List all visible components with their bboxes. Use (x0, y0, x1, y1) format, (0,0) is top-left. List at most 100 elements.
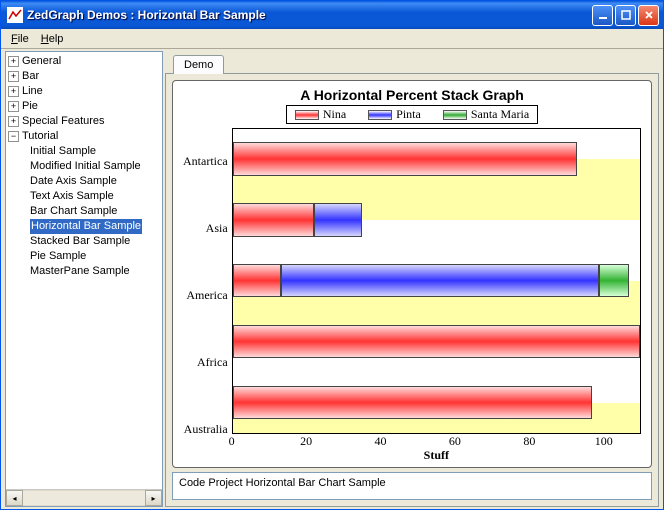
description-box: Code Project Horizontal Bar Chart Sample (172, 472, 652, 500)
x-tick-label: 0 (229, 434, 235, 449)
menu-help[interactable]: Help (35, 31, 70, 47)
tree-node[interactable]: Bar Chart Sample (30, 204, 160, 219)
legend-item: Santa Maria (443, 107, 529, 122)
scroll-right-icon[interactable]: ▸ (145, 490, 162, 506)
bar-segment (281, 264, 599, 297)
tree-node[interactable]: +Special Features (8, 114, 160, 129)
tree-node[interactable]: Horizontal Bar Sample (30, 219, 160, 234)
tree-node-label: Special Features (22, 114, 105, 129)
tree-node-label: Date Axis Sample (30, 174, 117, 189)
tree-node-label: Line (22, 84, 43, 99)
y-category-label: America (183, 262, 228, 329)
tree-node-label: General (22, 54, 61, 69)
scroll-left-icon[interactable]: ◂ (6, 490, 23, 506)
bar-segment (233, 325, 640, 358)
tree-node[interactable]: MasterPane Sample (30, 264, 160, 279)
plot-area[interactable] (232, 128, 641, 434)
tree-view[interactable]: +General+Bar+Line+Pie+Special Features−T… (6, 52, 162, 489)
scroll-track[interactable] (23, 490, 145, 506)
expand-icon[interactable]: + (8, 86, 19, 97)
tree-node-label: Bar (22, 69, 39, 84)
maximize-button[interactable] (615, 5, 636, 26)
x-tick-label: 20 (300, 434, 312, 449)
x-tick-label: 80 (523, 434, 535, 449)
bar-row (233, 203, 640, 236)
y-category-label: Antartica (183, 128, 228, 195)
bar-segment (599, 264, 629, 297)
bar-segment (314, 203, 362, 236)
bar-row (233, 386, 640, 419)
collapse-icon[interactable]: − (8, 131, 19, 142)
tab-content: A Horizontal Percent Stack Graph Nina Pin… (165, 73, 659, 507)
menubar: File Help (1, 29, 663, 49)
menu-file[interactable]: File (5, 31, 35, 47)
legend-swatch (295, 110, 319, 120)
tree-node-label: Initial Sample (30, 144, 96, 159)
tree-node-label: Text Axis Sample (30, 189, 114, 204)
legend-item: Nina (295, 107, 346, 122)
tree-node[interactable]: Pie Sample (30, 249, 160, 264)
tab-demo[interactable]: Demo (173, 55, 224, 74)
tree-node[interactable]: Initial Sample (30, 144, 160, 159)
chart-box: A Horizontal Percent Stack Graph Nina Pin… (172, 80, 652, 468)
tree-node-label: Horizontal Bar Sample (30, 219, 142, 234)
tree-node-label: Tutorial (22, 129, 58, 144)
y-category-label: Africa (183, 329, 228, 396)
tree-node-label: Stacked Bar Sample (30, 234, 130, 249)
expand-icon[interactable]: + (8, 56, 19, 67)
expand-icon[interactable]: + (8, 71, 19, 82)
tree-node-label: Modified Initial Sample (30, 159, 141, 174)
tree-node[interactable]: +Pie (8, 99, 160, 114)
tree-node-label: MasterPane Sample (30, 264, 130, 279)
legend-swatch (368, 110, 392, 120)
bar-row (233, 142, 640, 175)
bar-row (233, 325, 640, 358)
tree-node-label: Pie Sample (30, 249, 86, 264)
x-tick-label: 60 (449, 434, 461, 449)
client-area: +General+Bar+Line+Pie+Special Features−T… (1, 49, 663, 509)
tree-node[interactable]: Date Axis Sample (30, 174, 160, 189)
app-window: ZedGraph Demos : Horizontal Bar Sample F… (0, 0, 664, 510)
app-icon (7, 7, 23, 23)
plot-wrap: AntarticaAsiaAmericaAfricaAustralia 0 20 4… (183, 128, 641, 463)
legend-label: Pinta (396, 107, 421, 122)
x-tick-label: 40 (375, 434, 387, 449)
x-tick-label: 100 (595, 434, 613, 449)
close-button[interactable] (638, 5, 659, 26)
bar-row (233, 264, 640, 297)
tab-strip: Demo (165, 51, 659, 73)
tree-node[interactable]: +General (8, 54, 160, 69)
legend-swatch (443, 110, 467, 120)
x-axis-ticks: 0 20 40 60 80 100 (232, 434, 641, 448)
tree-node-label: Bar Chart Sample (30, 204, 117, 219)
bar-segment (233, 203, 314, 236)
y-category-label: Australia (183, 396, 228, 463)
legend-label: Santa Maria (471, 107, 529, 122)
tree-node-label: Pie (22, 99, 38, 114)
tree-node[interactable]: Text Axis Sample (30, 189, 160, 204)
tree-node[interactable]: Stacked Bar Sample (30, 234, 160, 249)
tree-panel: +General+Bar+Line+Pie+Special Features−T… (5, 51, 163, 507)
legend-label: Nina (323, 107, 346, 122)
tree-node[interactable]: +Bar (8, 69, 160, 84)
bar-segment (233, 264, 281, 297)
tree-node[interactable]: +Line (8, 84, 160, 99)
titlebar[interactable]: ZedGraph Demos : Horizontal Bar Sample (1, 1, 663, 29)
bar-segment (233, 386, 592, 419)
window-controls (592, 5, 659, 26)
expand-icon[interactable]: + (8, 101, 19, 112)
content-panel: Demo A Horizontal Percent Stack Graph Ni… (165, 51, 659, 507)
y-category-label: Asia (183, 195, 228, 262)
tree-node[interactable]: Modified Initial Sample (30, 159, 160, 174)
tree-scrollbar[interactable]: ◂ ▸ (6, 489, 162, 506)
x-axis-label: Stuff (232, 448, 641, 463)
minimize-button[interactable] (592, 5, 613, 26)
window-title: ZedGraph Demos : Horizontal Bar Sample (27, 8, 592, 22)
chart-legend: Nina Pinta Santa Maria (286, 105, 538, 124)
y-axis-labels: AntarticaAsiaAmericaAfricaAustralia (183, 128, 232, 463)
legend-item: Pinta (368, 107, 421, 122)
chart-title: A Horizontal Percent Stack Graph (183, 87, 641, 103)
bar-segment (233, 142, 577, 175)
expand-icon[interactable]: + (8, 116, 19, 127)
tree-node[interactable]: −Tutorial (8, 129, 160, 144)
